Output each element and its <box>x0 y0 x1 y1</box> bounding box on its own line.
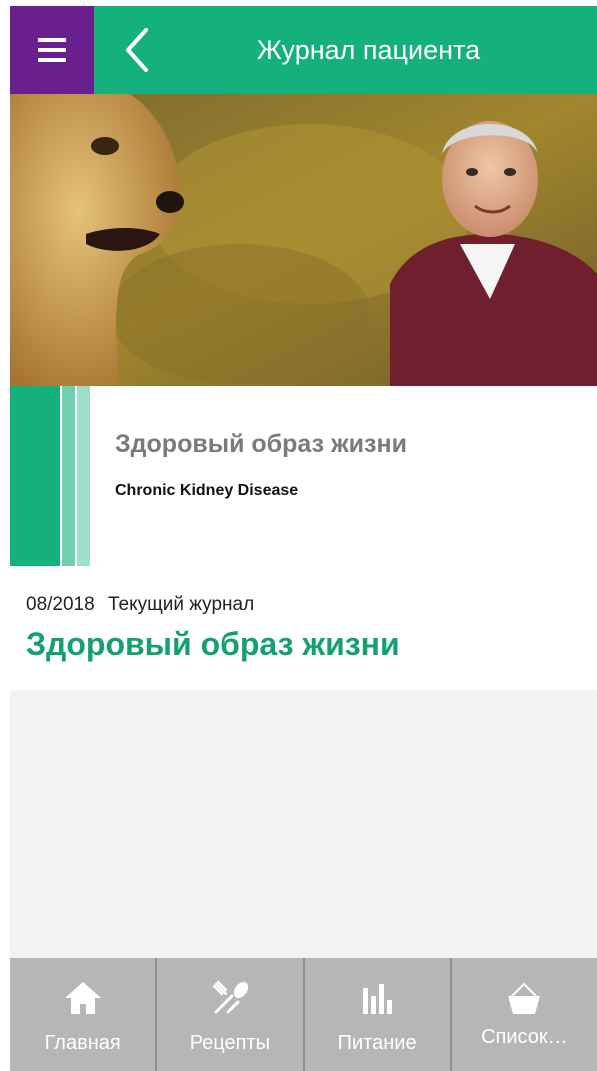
program-subtitle: Chronic Kidney Disease <box>115 482 299 499</box>
card-stripe <box>10 386 60 566</box>
program-card[interactable]: Здоровый образ жизни Chronic Kidney Dise… <box>10 386 597 566</box>
journal-content-area <box>10 690 597 958</box>
photo-dog-and-man <box>10 94 597 386</box>
nav-item-list[interactable]: Список… <box>452 958 597 1071</box>
app-header: Журнал пациента <box>10 6 597 94</box>
fork-spoon-icon <box>212 980 249 1014</box>
nav-label: Питание <box>337 1032 417 1054</box>
journal-title: Здоровый образ жизни <box>26 626 400 662</box>
journal-date: 08/2018 <box>26 594 95 615</box>
journal-label: Текущий журнал <box>107 594 255 615</box>
journal-meta: 08/2018 Текущий журнал <box>26 594 254 616</box>
chevron-left-icon <box>126 28 148 72</box>
home-icon <box>64 982 101 1014</box>
hamburger-menu-icon <box>38 38 66 42</box>
menu-button[interactable] <box>10 6 94 94</box>
card-stripe <box>77 386 90 566</box>
nav-item-nutrition[interactable]: Питание <box>305 958 452 1071</box>
hamburger-menu-icon-bar <box>38 48 66 52</box>
program-title: Здоровый образ жизни <box>115 430 407 458</box>
bottom-navigation: Главная Рецепты Питание Список… <box>10 958 597 1071</box>
card-stripe <box>62 386 75 566</box>
hamburger-menu-icon-bar <box>38 58 66 62</box>
nav-label: Главная <box>44 1032 121 1054</box>
hero-image <box>10 94 597 386</box>
basket-icon <box>508 982 541 1014</box>
nav-label: Список… <box>481 1026 568 1048</box>
nav-label: Рецепты <box>189 1032 271 1054</box>
page-title: Журнал пациента <box>256 35 481 65</box>
nav-item-recipes[interactable]: Рецепты <box>157 958 305 1071</box>
bar-chart-icon <box>363 984 393 1014</box>
nav-item-home[interactable]: Главная <box>10 958 158 1071</box>
